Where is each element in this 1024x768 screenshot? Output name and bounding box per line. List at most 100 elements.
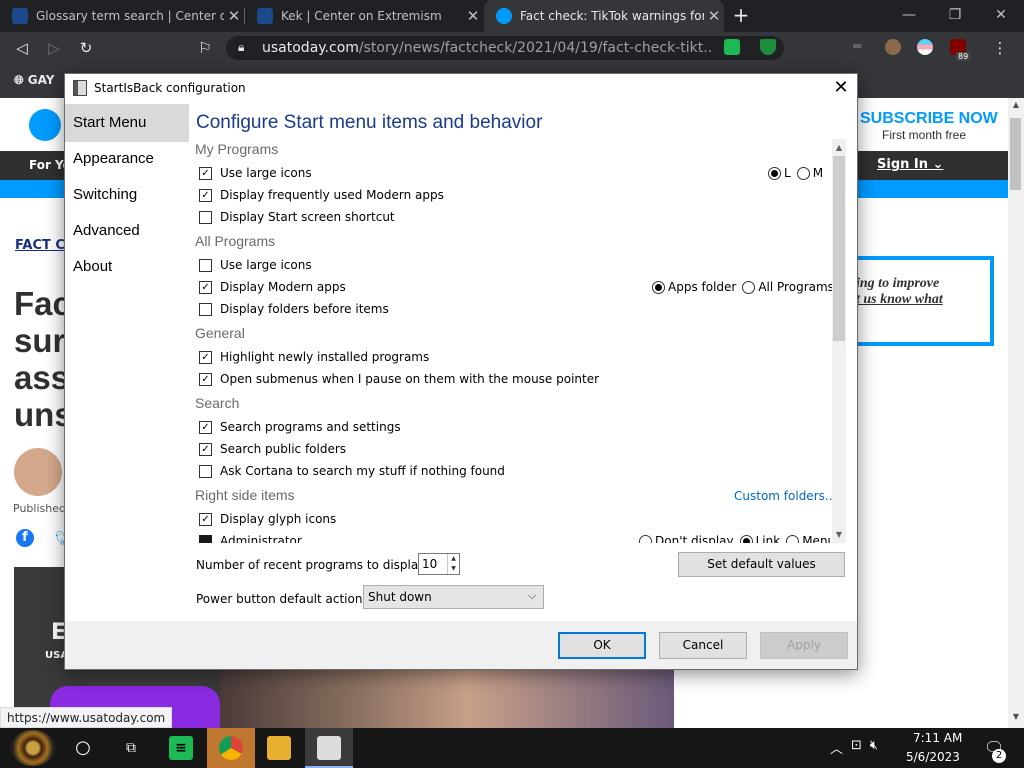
ok-button[interactable]: OK [558, 632, 646, 659]
chevron-up-icon[interactable]: ︿ [830, 738, 843, 757]
avatar-extension-icon[interactable] [885, 39, 901, 55]
author-avatar[interactable] [14, 448, 62, 496]
volume-muted-icon[interactable]: 🔇︎ [870, 738, 878, 757]
radio-apps-folder[interactable] [652, 280, 665, 294]
ap-use-large-icons[interactable]: Use large icons [199, 258, 312, 272]
close-tab-icon[interactable]: ✕ [463, 7, 483, 25]
nav-start-menu[interactable]: Start Menu [65, 104, 189, 142]
clock-time[interactable]: 7:11 AM [913, 731, 962, 745]
checkbox[interactable]: ✓ [199, 512, 212, 526]
search-programs-settings[interactable]: ✓ Search programs and settings [199, 420, 401, 434]
tab-kek[interactable]: Kek | Center on Extremism ✕ [245, 0, 483, 32]
checkbox[interactable]: ✓ [199, 420, 212, 434]
tab-fact-check[interactable]: Fact check: TikTok warnings for ✕ [484, 0, 724, 32]
mp-use-large-icons[interactable]: ✓ Use large icons [199, 166, 312, 180]
apply-button[interactable]: Apply [760, 632, 848, 659]
restore-icon[interactable]: ❐ [932, 0, 978, 32]
radio-l[interactable] [768, 166, 781, 180]
close-tab-icon[interactable]: ✕ [704, 7, 724, 25]
checkbox[interactable]: ✓ [199, 166, 212, 180]
nav-switching[interactable]: Switching [65, 176, 189, 214]
close-window-icon[interactable]: ✕ [978, 0, 1024, 32]
nav-advanced[interactable]: Advanced [65, 212, 189, 250]
spin-down-icon[interactable]: ▼ [447, 564, 459, 574]
checkbox[interactable] [199, 534, 212, 543]
usatoday-logo-icon[interactable] [29, 109, 61, 141]
ad-text-link[interactable]: t us know what [856, 292, 943, 308]
scroll-down-icon[interactable]: ▼ [1008, 712, 1024, 726]
checkbox[interactable]: ✓ [199, 372, 212, 386]
page-scrollbar[interactable] [1008, 98, 1024, 728]
notes-app-icon[interactable]: ≡ [169, 736, 193, 760]
minimize-icon[interactable]: — [886, 0, 932, 32]
radio-menu[interactable] [786, 534, 800, 543]
file-explorer-icon[interactable] [267, 736, 291, 760]
startisback-taskbar-icon[interactable] [317, 736, 341, 760]
sign-in-link[interactable]: Sign In ⌄ [877, 157, 943, 172]
shield-extension-icon[interactable] [760, 39, 776, 55]
checkbox[interactable] [199, 210, 212, 224]
forward-icon[interactable]: ▷ [43, 37, 65, 59]
fact-check-link[interactable]: FACT C [15, 238, 65, 253]
bookmark-gay[interactable]: 🌐︎ GAY [14, 73, 54, 88]
radio-dont-display[interactable] [639, 534, 652, 543]
cancel-button[interactable]: Cancel [659, 632, 747, 659]
tab-title: Glossary term search | Center o [36, 9, 224, 23]
lock-icon[interactable]: 🔒︎ [238, 40, 244, 55]
video-frame [220, 670, 674, 728]
new-tab-button[interactable]: + [730, 4, 752, 26]
extension-green-icon[interactable] [724, 39, 740, 55]
search-ask-cortana[interactable]: Ask Cortana to search my stuff if nothin… [199, 464, 505, 478]
bookmark-icon[interactable]: ⚐ [194, 37, 216, 59]
scroll-up-icon[interactable]: ▲ [1008, 100, 1024, 114]
url-text[interactable]: usatoday.com/story/news/factcheck/2021/0… [262, 40, 712, 56]
settings-scrollbar-thumb[interactable] [833, 156, 845, 341]
network-icon[interactable]: ⊡ [851, 738, 862, 757]
ap-folders-before-items[interactable]: Display folders before items [199, 302, 389, 316]
rs-display-glyph-icons[interactable]: ✓ Display glyph icons [199, 512, 336, 526]
checkbox[interactable]: ✓ [199, 188, 212, 202]
dialog-close-icon[interactable]: ✕ [827, 76, 855, 100]
facebook-icon[interactable]: f [16, 529, 34, 547]
checkbox[interactable]: ✓ [199, 350, 212, 364]
chrome-icon[interactable] [219, 736, 243, 760]
radio-m[interactable] [796, 166, 810, 180]
tab-glossary[interactable]: Glossary term search | Center o ✕ [0, 0, 244, 32]
mp-display-start-screen-shortcut[interactable]: Display Start screen shortcut [199, 210, 395, 224]
checkbox[interactable]: ✓ [199, 442, 212, 456]
clock-date[interactable]: 5/6/2023 [906, 750, 960, 764]
radio-link[interactable] [739, 534, 753, 543]
back-icon[interactable]: ◁ [11, 37, 33, 59]
search-public-folders[interactable]: ✓ Search public folders [199, 442, 346, 456]
radio-all-programs[interactable] [742, 280, 756, 294]
checkbox[interactable] [199, 464, 212, 478]
checkbox[interactable]: ✓ [199, 280, 212, 294]
ap-display-modern-apps[interactable]: ✓ Display Modern apps [199, 280, 346, 294]
task-view-icon[interactable]: ⧉ [119, 736, 143, 760]
extension-icon[interactable]: ▬ [852, 39, 868, 55]
custom-folders-link[interactable]: Custom folders... [734, 489, 836, 503]
menu-icon[interactable]: ⋮ [989, 37, 1011, 59]
rs-administrator[interactable]: Administrator [199, 534, 302, 543]
reload-icon[interactable]: ↻ [75, 37, 97, 59]
gen-open-submenus[interactable]: ✓ Open submenus when I pause on them wit… [199, 372, 599, 386]
recent-programs-stepper[interactable]: 10 ▲ ▼ [418, 553, 460, 575]
start-orb-icon[interactable] [10, 730, 56, 766]
close-tab-icon[interactable]: ✕ [224, 7, 244, 25]
checkbox[interactable] [199, 258, 212, 272]
nav-appearance[interactable]: Appearance [65, 140, 189, 178]
spin-up-icon[interactable]: ▲ [447, 554, 459, 564]
gen-highlight-new[interactable]: ✓ Highlight newly installed programs [199, 350, 429, 364]
power-button-select[interactable]: Shut down ⌵ [363, 585, 544, 609]
set-default-values-button[interactable]: Set default values [678, 552, 845, 577]
subscribe-link[interactable]: SUBSCRIBE NOW [860, 110, 998, 128]
mp-display-modern-apps[interactable]: ✓ Display frequently used Modern apps [199, 188, 444, 202]
page-scrollbar-thumb[interactable] [1010, 118, 1021, 190]
recent-programs-value[interactable]: 10 [422, 557, 437, 571]
nav-about[interactable]: About [65, 248, 189, 286]
cortana-icon[interactable]: ○ [71, 736, 95, 760]
scroll-up-icon[interactable]: ▲ [832, 141, 846, 155]
checkbox[interactable] [199, 302, 212, 316]
scroll-down-icon[interactable]: ▼ [832, 528, 846, 542]
flag-extension-icon[interactable] [917, 39, 933, 55]
